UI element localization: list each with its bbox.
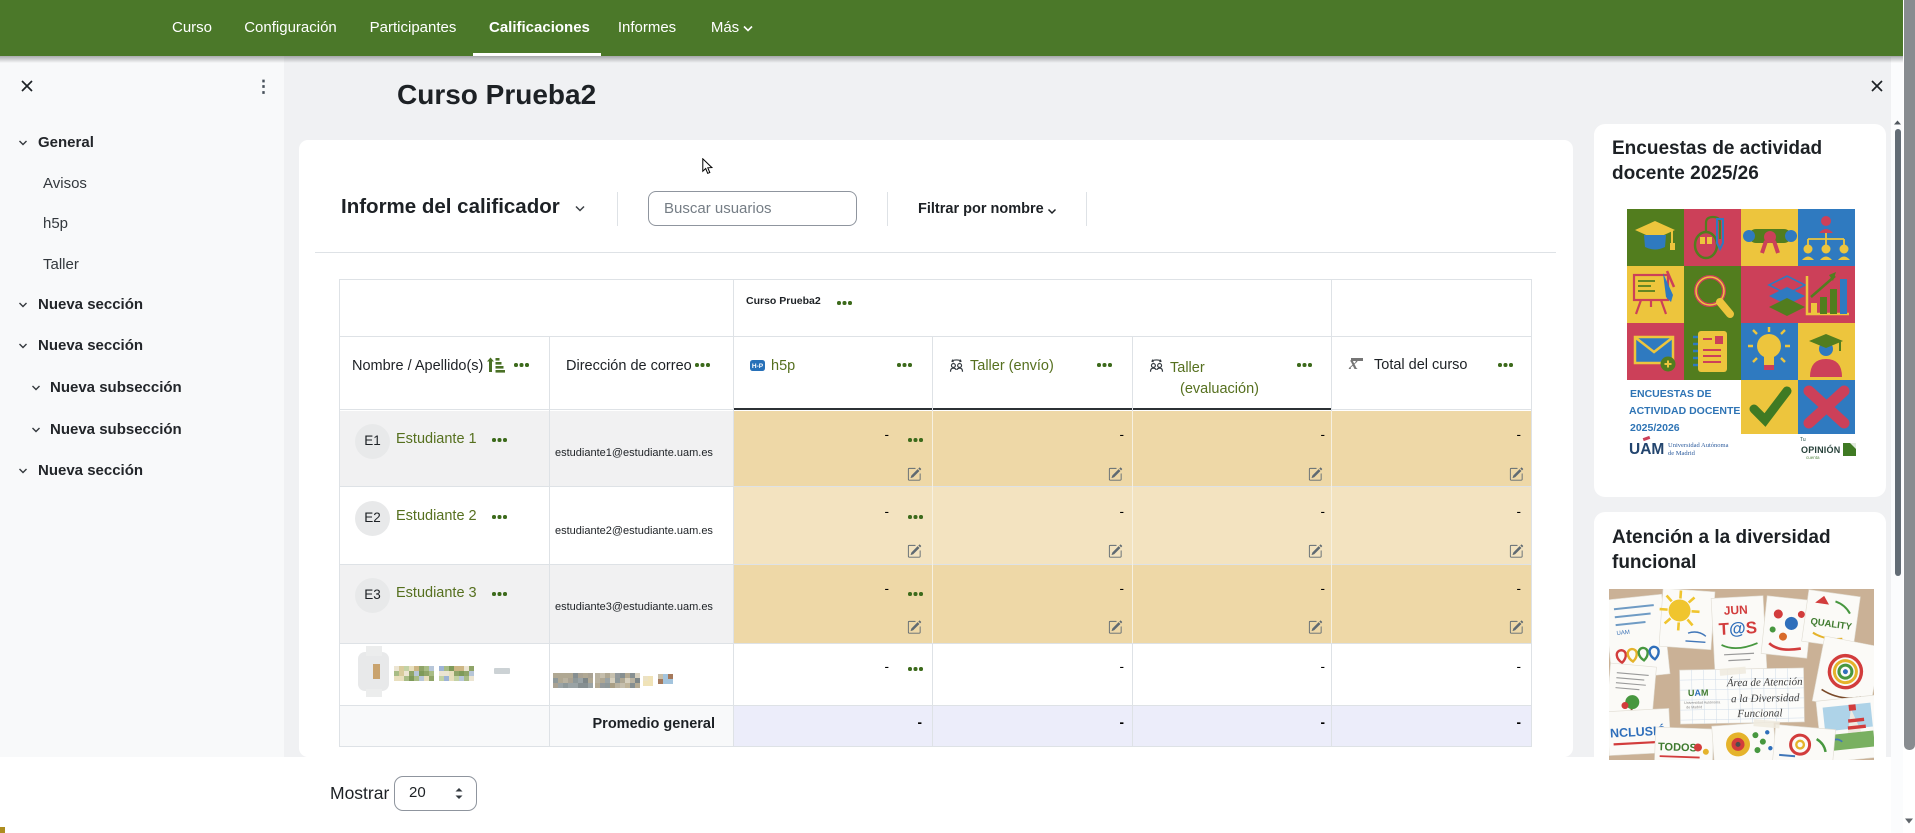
svg-text:Área de Atención: Área de Atención [1726, 676, 1803, 689]
svg-text:T@S: T@S [1718, 618, 1757, 639]
svg-text:UAM: UAM [1688, 688, 1709, 698]
svg-text:2025/2026: 2025/2026 [1630, 422, 1680, 434]
svg-text:ENCUESTAS DE: ENCUESTAS DE [1630, 388, 1711, 400]
svg-text:ACTIVIDAD DOCENTE: ACTIVIDAD DOCENTE [1629, 405, 1740, 417]
svg-text:Funcional: Funcional [1736, 707, 1782, 720]
svg-text:de Madrid: de Madrid [1686, 705, 1702, 709]
svg-text:a la Diversidad: a la Diversidad [1731, 692, 1800, 705]
svg-text:JUN: JUN [1723, 603, 1748, 618]
svg-text:H-P: H-P [752, 363, 764, 370]
svg-text:Universidad Autónoma: Universidad Autónoma [1684, 700, 1720, 705]
svg-text:TODOS: TODOS [1658, 741, 1697, 754]
